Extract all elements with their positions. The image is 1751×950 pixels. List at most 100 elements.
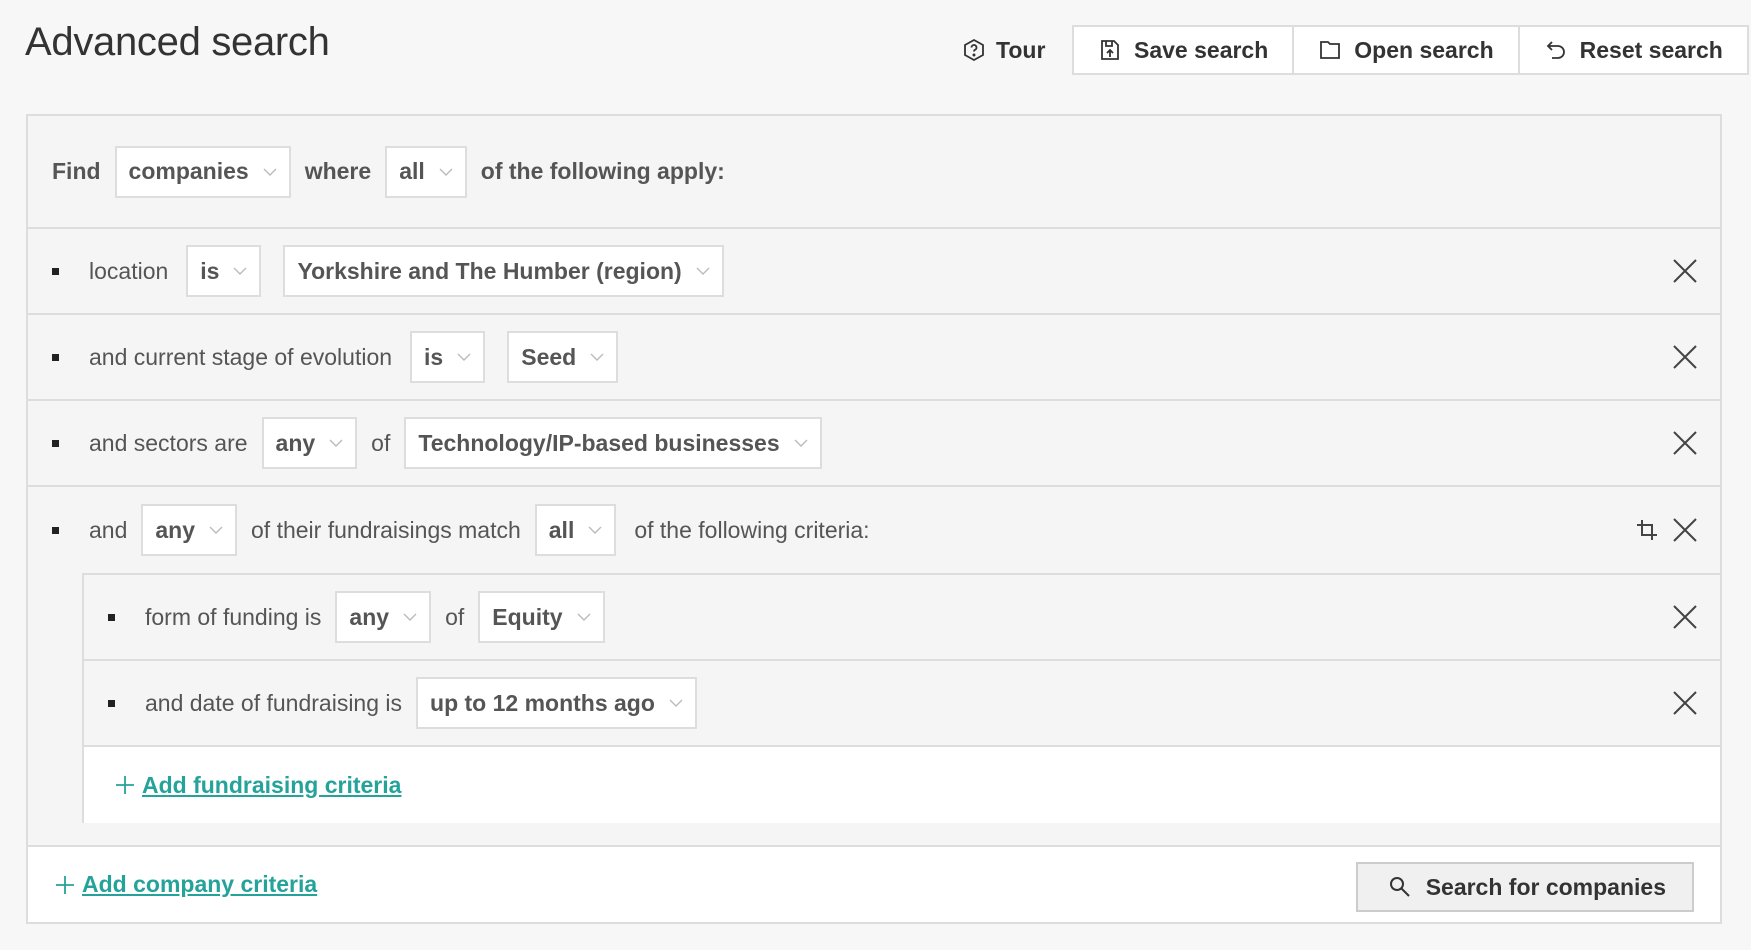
date-value: up to 12 months ago [430, 689, 655, 716]
of-label: of [445, 603, 465, 630]
fundraising-row-form: form of funding is any of Equity [84, 575, 1720, 661]
entity-select-value: companies [128, 158, 249, 184]
search-actions-group: Save search Open search Reset search [1072, 25, 1749, 75]
close-icon[interactable] [1672, 258, 1698, 284]
bullet [52, 439, 59, 447]
search-icon [1388, 875, 1412, 899]
save-search-button[interactable]: Save search [1074, 27, 1295, 73]
chevron-down-icon [263, 167, 277, 177]
plus-icon [114, 774, 136, 796]
add-fundraising-row: Add fundraising criteria [84, 747, 1720, 823]
tour-button[interactable]: Tour [962, 30, 1045, 70]
quantifier-select[interactable]: any [261, 417, 358, 469]
quantifier-value: any [155, 516, 196, 543]
bullet [108, 699, 115, 707]
stage-value: Seed [521, 343, 577, 370]
open-search-button[interactable]: Open search [1294, 27, 1520, 73]
of-label: of [371, 429, 391, 456]
reset-search-label: Reset search [1579, 36, 1723, 63]
chevron-down-icon [590, 352, 604, 362]
chevron-down-icon [794, 438, 808, 448]
chevron-down-icon [588, 525, 602, 535]
add-fundraising-label: Add fundraising criteria [142, 771, 402, 798]
row-actions [1672, 661, 1698, 745]
stage-value-select[interactable]: Seed [507, 331, 619, 383]
match-value: all [548, 516, 575, 543]
query-suffix: of the following apply: [480, 158, 725, 184]
quantifier-value: any [349, 603, 390, 630]
fundraisings-label: of their fundraisings match [251, 516, 521, 543]
chevron-down-icon [233, 266, 247, 276]
and-label: and [89, 516, 128, 543]
criteria-label: and current stage of evolution [89, 343, 393, 370]
row-actions [1636, 487, 1698, 573]
folder-icon [1318, 38, 1342, 62]
bullet [108, 613, 115, 621]
search-for-companies-button[interactable]: Search for companies [1355, 862, 1694, 912]
close-icon[interactable] [1672, 517, 1698, 543]
sector-value: Technology/IP-based businesses [418, 429, 780, 456]
search-builder-panel: Find companies where all of the followin… [26, 114, 1722, 924]
criteria-row-sectors: and sectors are any of Technology/IP-bas… [28, 401, 1720, 487]
bullet [52, 353, 59, 361]
quantifier-select[interactable]: any [335, 591, 432, 643]
match-select[interactable]: all [385, 145, 467, 198]
plus-icon [54, 874, 76, 896]
fundraising-row-date: and date of fundraising is up to 12 mont… [84, 661, 1720, 747]
location-value-select[interactable]: Yorkshire and The Humber (region) [283, 245, 724, 297]
add-company-label: Add company criteria [82, 871, 318, 897]
chevron-down-icon [209, 525, 223, 535]
operator-select[interactable]: is [410, 331, 486, 383]
operator-select[interactable]: is [186, 245, 262, 297]
crop-icon[interactable] [1636, 519, 1658, 541]
chevron-down-icon [439, 167, 453, 177]
open-search-label: Open search [1354, 36, 1494, 63]
chevron-down-icon [669, 698, 683, 708]
page-title: Advanced search [25, 20, 330, 64]
criteria-label: and sectors are [89, 429, 248, 456]
match-select-value: all [399, 158, 425, 184]
row-actions [1672, 575, 1698, 659]
where-label: where [304, 158, 372, 184]
tour-label: Tour [996, 36, 1046, 63]
save-icon [1098, 38, 1122, 62]
criteria-label: location [89, 257, 169, 284]
undo-icon [1544, 38, 1568, 62]
criteria-label: form of funding is [145, 603, 322, 630]
location-value: Yorkshire and The Humber (region) [297, 257, 682, 284]
row-actions [1672, 315, 1698, 399]
close-icon[interactable] [1672, 604, 1698, 630]
chevron-down-icon [696, 266, 710, 276]
bullet [52, 526, 59, 534]
reset-search-button[interactable]: Reset search [1520, 27, 1747, 73]
fundraising-criteria-group: form of funding is any of Equity and dat… [82, 573, 1720, 823]
add-company-criteria-link[interactable]: Add company criteria [54, 871, 317, 898]
close-icon[interactable] [1672, 344, 1698, 370]
add-fundraising-criteria-link[interactable]: Add fundraising criteria [114, 772, 401, 799]
entity-select[interactable]: companies [114, 145, 291, 198]
close-icon[interactable] [1672, 690, 1698, 716]
funding-form-value: Equity [492, 603, 563, 630]
sector-value-select[interactable]: Technology/IP-based businesses [404, 417, 822, 469]
criteria-label: and date of fundraising is [145, 689, 403, 716]
match-select[interactable]: all [534, 504, 617, 556]
criteria-row-fundraisings: and any of their fundraisings match all … [28, 487, 1720, 573]
row-actions [1672, 401, 1698, 485]
operator-value: is [200, 257, 220, 284]
criteria-row-stage: and current stage of evolution is Seed [28, 315, 1720, 401]
chevron-down-icon [329, 438, 343, 448]
hexagon-help-icon [962, 38, 986, 62]
chevron-down-icon [457, 352, 471, 362]
date-select[interactable]: up to 12 months ago [416, 677, 697, 729]
builder-footer: Add company criteria Search for companie… [28, 845, 1720, 922]
save-search-label: Save search [1134, 36, 1269, 63]
criteria-suffix: of the following criteria: [634, 516, 870, 543]
funding-form-select[interactable]: Equity [478, 591, 605, 643]
criteria-row-location: location is Yorkshire and The Humber (re… [28, 229, 1720, 315]
operator-value: is [424, 343, 444, 370]
chevron-down-icon [403, 612, 417, 622]
quantifier-select[interactable]: any [141, 504, 238, 556]
close-icon[interactable] [1672, 430, 1698, 456]
chevron-down-icon [577, 612, 591, 622]
search-button-label: Search for companies [1425, 873, 1666, 900]
